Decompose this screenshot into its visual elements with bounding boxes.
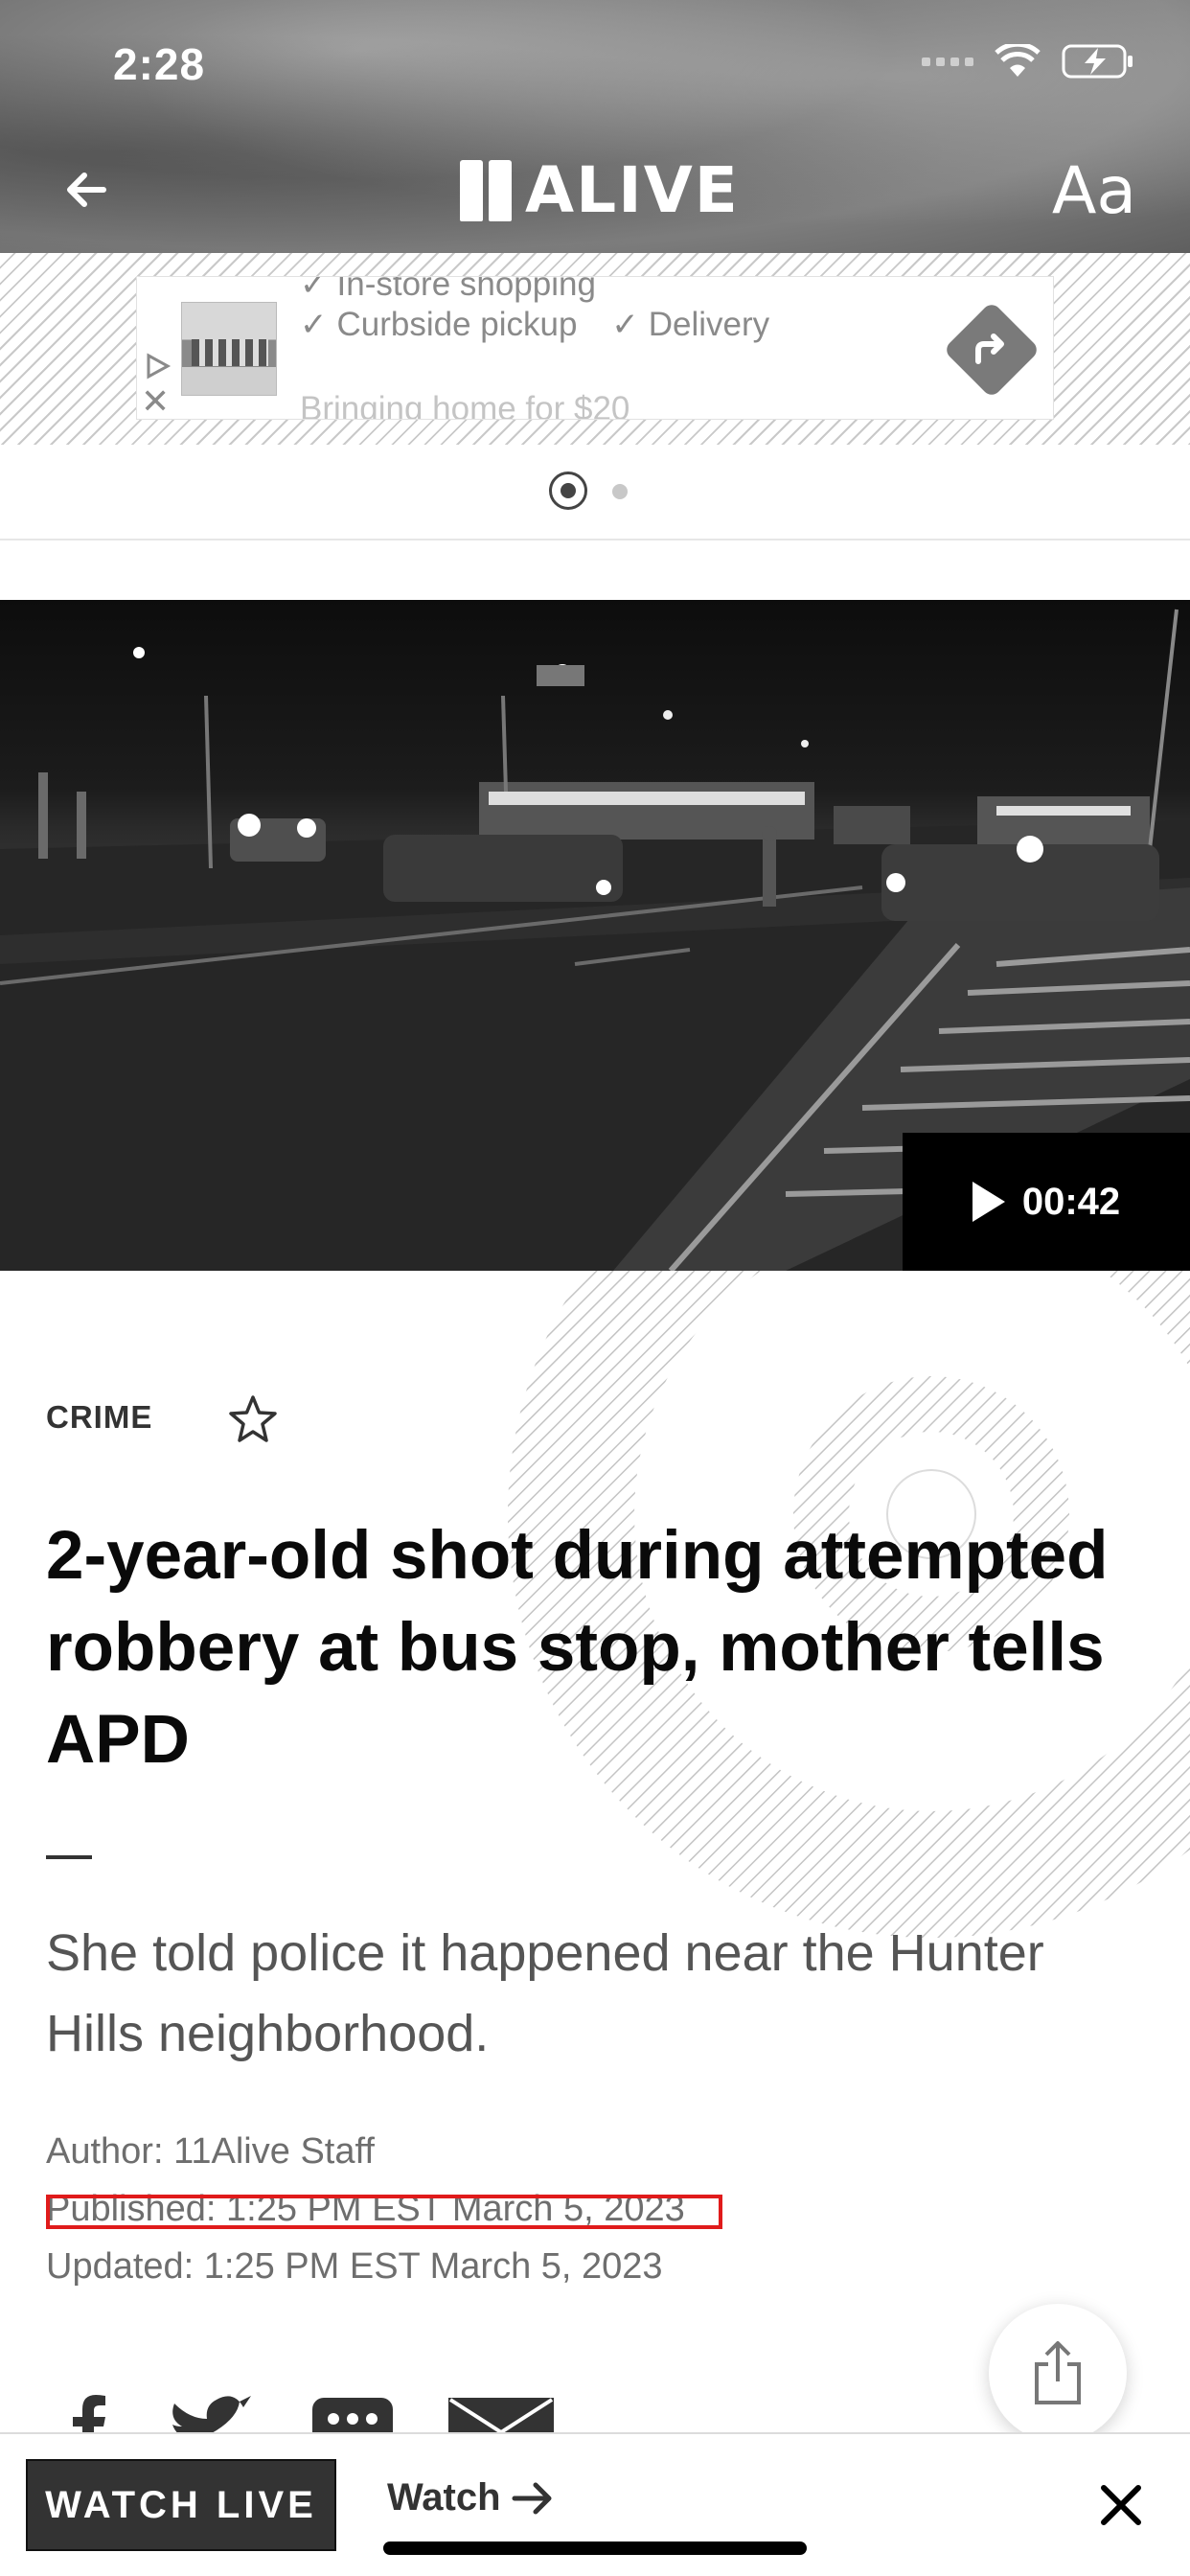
page-indicator[interactable] xyxy=(612,484,628,499)
close-icon[interactable] xyxy=(1092,2476,1150,2534)
app-header: 2:28 ALIVE Aa xyxy=(0,0,1190,253)
article-updated-date: Updated: 1:25 PM EST March 5, 2023 xyxy=(46,2246,663,2287)
article-headline: 2-year-old shot during attempted robbery… xyxy=(46,1518,1109,1778)
watch-label: Watch xyxy=(387,2476,501,2518)
ad-banner-area: ✕ ✓ In-store shopping ✓ Curbside pickup ✓ D… xyxy=(0,253,1190,445)
watch-live-button[interactable]: WATCH LIVE xyxy=(26,2459,336,2551)
carousel-pager xyxy=(0,445,1190,540)
arrow-left-icon[interactable] xyxy=(57,161,115,218)
logo-text: ALIVE xyxy=(525,153,740,227)
divider xyxy=(46,1855,92,1859)
check-icon: ✓ xyxy=(611,307,639,343)
ad-choices-icon[interactable] xyxy=(143,352,172,380)
brand-logo: ALIVE xyxy=(460,153,740,227)
twitter-icon[interactable] xyxy=(167,2394,255,2434)
ad-line-cutoff: Bringing home for $20 xyxy=(300,390,630,420)
play-icon xyxy=(972,1182,1005,1222)
ad-line-instore: ✓ In-store shopping xyxy=(300,276,596,304)
ad-close-icon[interactable]: ✕ xyxy=(141,384,170,419)
share-icon xyxy=(1035,2341,1081,2404)
battery-charging-icon xyxy=(1062,44,1133,79)
watch-link[interactable]: Watch xyxy=(387,2476,557,2519)
video-player[interactable]: 00:42 xyxy=(0,600,1190,1271)
share-button[interactable] xyxy=(989,2304,1127,2442)
check-icon: ✓ xyxy=(300,307,328,343)
article-category[interactable]: CRIME xyxy=(46,1399,152,1436)
video-duration: 00:42 xyxy=(1021,1180,1121,1223)
star-outline-icon[interactable] xyxy=(224,1392,282,1449)
home-indicator[interactable] xyxy=(383,2542,807,2555)
wifi-icon xyxy=(995,44,1041,77)
signal-icon xyxy=(922,57,973,66)
status-time: 2:28 xyxy=(113,39,206,89)
ad-line-services: ✓ Curbside pickup ✓ Delivery xyxy=(300,306,770,343)
article-author: Author: 11Alive Staff xyxy=(46,2131,375,2172)
font-size-icon: Aa xyxy=(1051,153,1136,229)
ad-store-image xyxy=(181,302,277,396)
facebook-icon[interactable] xyxy=(67,2394,111,2434)
logo-mark-icon xyxy=(460,159,512,221)
status-icons xyxy=(922,42,1134,80)
article-summary: She told police it happened near the Hun… xyxy=(46,1924,1044,2062)
check-icon: ✓ xyxy=(300,276,328,303)
ad-banner[interactable]: ✕ ✓ In-store shopping ✓ Curbside pickup ✓ D… xyxy=(136,276,1054,420)
email-icon[interactable] xyxy=(448,2394,554,2434)
arrow-right-icon xyxy=(512,2482,552,2514)
live-bar: WATCH LIVE Watch xyxy=(0,2432,1190,2576)
page-indicator-active[interactable] xyxy=(549,472,587,510)
video-duration-badge[interactable]: 00:42 xyxy=(903,1133,1190,1271)
directions-icon[interactable] xyxy=(943,301,1041,399)
font-size-button[interactable]: Aa xyxy=(1052,153,1136,229)
highlight-box xyxy=(46,2195,722,2229)
more-options-icon[interactable] xyxy=(312,2394,393,2434)
